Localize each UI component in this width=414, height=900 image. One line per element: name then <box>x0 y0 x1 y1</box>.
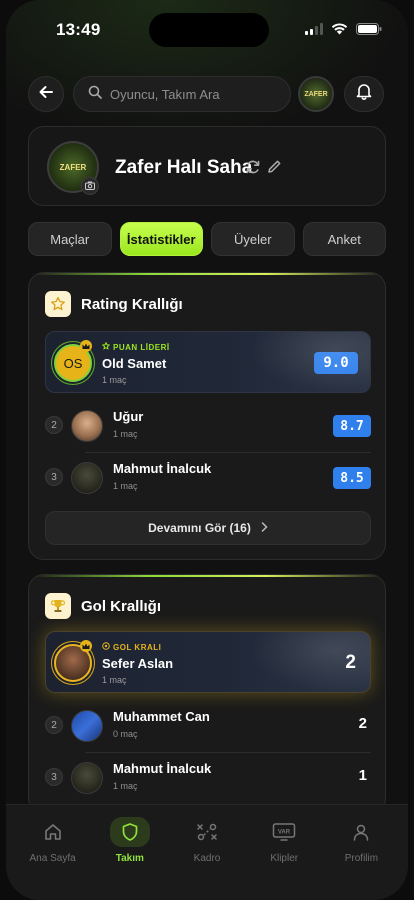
team-actions <box>245 159 282 180</box>
player-name: Mahmut İnalcuk <box>113 761 212 776</box>
edit-pencil-icon[interactable] <box>267 159 282 180</box>
tab-statistics[interactable]: İstatistikler <box>119 222 203 256</box>
player-matches: 1 maç <box>113 481 138 491</box>
leader-name: Sefer Aslan <box>102 656 174 671</box>
app-screen: 13:49 ZAFER <box>6 0 408 900</box>
tab-poll[interactable]: Anket <box>302 222 386 256</box>
team-logo-small[interactable]: ZAFER <box>298 76 334 112</box>
player-matches: 1 maç <box>113 429 138 439</box>
rating-row[interactable]: 3 Mahmut İnalcuk 1 maç 8.5 <box>45 453 371 503</box>
goals-leader-card[interactable]: GOL KRALI Sefer Aslan 1 maç 2 <box>45 631 371 693</box>
rank-badge: 3 <box>45 768 63 786</box>
tab-members[interactable]: Üyeler <box>211 222 295 256</box>
leader-tag: GOL KRALI <box>102 642 161 652</box>
search-bar[interactable] <box>73 76 291 112</box>
stats-scroll-area[interactable]: Rating Krallığı OS PUAN LİDERİ Old Samet… <box>6 268 408 804</box>
player-score: 8.5 <box>333 467 371 489</box>
player-name: Mahmut İnalcuk <box>113 461 212 476</box>
avatar <box>71 462 103 494</box>
change-logo-button[interactable] <box>81 177 99 195</box>
nav-clips[interactable]: VAR Klipler <box>246 817 323 900</box>
signal-icon <box>305 22 323 40</box>
rank-badge: 2 <box>45 416 63 434</box>
goals-section-title: Gol Krallığı <box>81 597 162 615</box>
player-score: 8.7 <box>333 415 371 437</box>
dynamic-island <box>149 13 269 47</box>
leader-goals: 2 <box>345 652 356 673</box>
crown-icon <box>80 340 92 352</box>
player-goals: 2 <box>358 715 367 732</box>
rating-leader-card[interactable]: OS PUAN LİDERİ Old Samet 1 maç 9.0 <box>45 331 371 393</box>
battery-icon <box>356 22 382 40</box>
nav-team-label: Takım <box>115 853 144 864</box>
leader-matches: 1 maç <box>102 375 127 385</box>
crown-icon <box>80 640 92 652</box>
trophy-icon <box>45 593 71 619</box>
team-name: Zafer Halı Saha <box>115 157 253 178</box>
see-more-button[interactable]: Devamını Gör (16) <box>45 511 371 545</box>
rank-badge: 2 <box>45 716 63 734</box>
nav-clips-label: Klipler <box>270 853 299 864</box>
player-matches: 0 maç <box>113 729 138 739</box>
player-matches: 1 maç <box>113 781 138 791</box>
rating-section-header: Rating Krallığı <box>45 291 183 317</box>
ball-icon <box>102 642 110 652</box>
shield-icon <box>109 817 150 847</box>
team-logo-text: ZAFER <box>59 162 87 172</box>
rank-badge: 3 <box>45 468 63 486</box>
arrow-left-icon <box>38 84 54 105</box>
nav-home-label: Ana Sayfa <box>29 853 76 864</box>
search-icon <box>88 85 102 104</box>
star-icon <box>45 291 71 317</box>
leader-tag-text: PUAN LİDERİ <box>113 342 170 352</box>
avatar <box>71 410 103 442</box>
leader-name: Old Samet <box>102 356 167 371</box>
nav-squad[interactable]: Kadro <box>168 817 245 900</box>
see-more-label: Devamını Gör (16) <box>148 521 251 535</box>
team-card: ZAFER Zafer Halı Saha <box>28 126 386 206</box>
bell-icon <box>356 83 372 105</box>
search-input[interactable] <box>110 86 280 102</box>
nav-squad-label: Kadro <box>193 853 221 864</box>
svg-text:VAR: VAR <box>278 830 291 836</box>
rating-section-title: Rating Krallığı <box>81 295 183 313</box>
goals-row[interactable]: 3 Mahmut İnalcuk 1 maç 1 <box>45 753 371 803</box>
goals-section-header: Gol Krallığı <box>45 593 161 619</box>
goals-row[interactable]: 2 Muhammet Can 0 maç 2 <box>45 701 371 751</box>
goals-section: Gol Krallığı GOL KRALI Sefer Aslan 1 maç… <box>28 574 386 804</box>
refresh-icon[interactable] <box>245 159 261 180</box>
leader-score: 9.0 <box>314 352 358 374</box>
chevron-right-icon <box>261 521 268 535</box>
tab-bar: Maçlar İstatistikler Üyeler Anket <box>28 222 386 256</box>
nav-team[interactable]: Takım <box>91 817 168 900</box>
player-name: Muhammet Can <box>113 709 210 724</box>
leader-matches: 1 maç <box>102 675 127 685</box>
person-icon <box>341 817 381 847</box>
player-goals: 1 <box>358 767 367 784</box>
bottom-nav: Ana Sayfa Takım Kadro VAR Klipler Profil… <box>6 804 408 900</box>
home-icon <box>33 817 73 847</box>
team-logo-small-text: ZAFER <box>304 90 328 98</box>
nav-profile-label: Profilim <box>344 853 379 864</box>
rating-row[interactable]: 2 Uğur 1 maç 8.7 <box>45 401 371 451</box>
status-bar: 13:49 <box>6 0 408 60</box>
player-name: Uğur <box>113 409 144 424</box>
wifi-icon <box>331 22 348 40</box>
status-icons <box>305 22 382 40</box>
nav-profile[interactable]: Profilim <box>323 817 400 900</box>
avatar <box>71 762 103 794</box>
small-star-icon <box>101 341 111 352</box>
rating-section: Rating Krallığı OS PUAN LİDERİ Old Samet… <box>28 272 386 560</box>
var-icon: VAR <box>264 817 304 847</box>
leader-tag-text: GOL KRALI <box>113 642 162 652</box>
camera-icon <box>85 177 95 195</box>
tab-matches[interactable]: Maçlar <box>28 222 112 256</box>
nav-home[interactable]: Ana Sayfa <box>14 817 91 900</box>
back-button[interactable] <box>28 76 64 112</box>
status-time: 13:49 <box>56 20 101 39</box>
tactics-icon <box>187 817 227 847</box>
notifications-button[interactable] <box>344 76 384 112</box>
leader-tag: PUAN LİDERİ <box>101 341 170 352</box>
avatar <box>71 710 103 742</box>
